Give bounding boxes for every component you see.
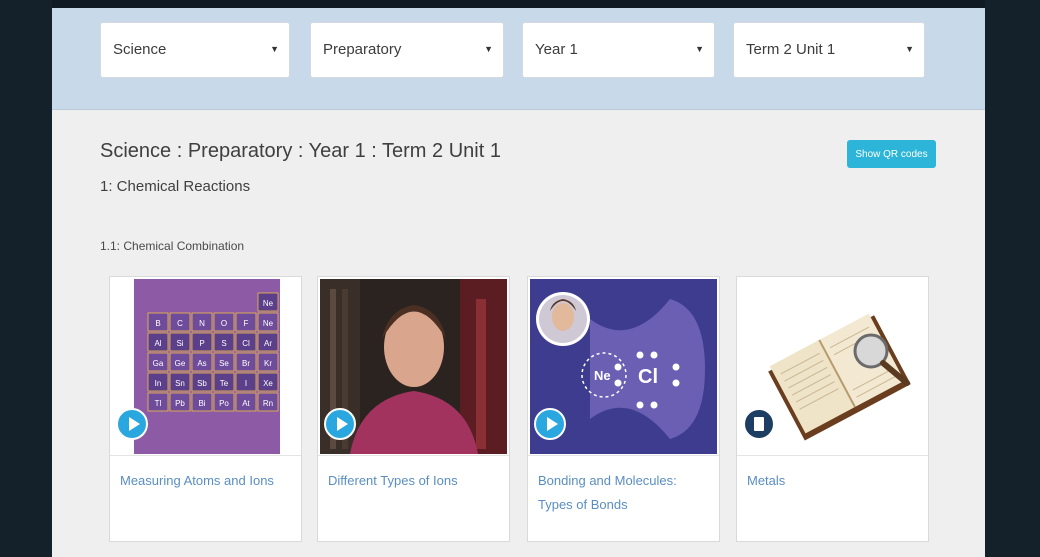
topic-subtitle: 1: Chemical Reactions <box>100 178 251 195</box>
element-symbol: Tl <box>155 399 162 408</box>
element-symbol: N <box>199 319 205 328</box>
resource-card[interactable]: Metals <box>736 276 929 542</box>
element-symbol: Ga <box>153 359 164 368</box>
show-qr-codes-button[interactable]: Show QR codes <box>847 140 936 168</box>
element-symbol: Ar <box>264 339 272 348</box>
resource-card-title[interactable]: Different Types of Ions <box>328 469 499 493</box>
element-symbol: As <box>197 359 206 368</box>
element-symbol: Te <box>220 379 229 388</box>
element-symbol: S <box>221 339 226 348</box>
ion-left-label: Ne <box>594 368 611 383</box>
element-symbol: Br <box>242 359 250 368</box>
caret-down-icon: ▼ <box>484 44 493 54</box>
document-icon[interactable] <box>743 408 775 440</box>
term-select-value: Term 2 Unit 1 <box>746 41 836 58</box>
element-symbol: F <box>244 319 249 328</box>
page-title: Science : Preparatory : Year 1 : Term 2 … <box>100 140 501 162</box>
element-symbol: C <box>177 319 183 328</box>
element-symbol: Se <box>219 359 229 368</box>
level-select[interactable]: Preparatory ▼ <box>310 22 504 78</box>
page-content: Science ▼ Preparatory ▼ Year 1 ▼ Term 2 … <box>52 0 985 557</box>
element-symbol: Cl <box>242 339 250 348</box>
element-symbol: Si <box>176 339 183 348</box>
element-symbol: P <box>199 339 204 348</box>
element-symbol: Ge <box>175 359 186 368</box>
play-icon[interactable] <box>534 408 566 440</box>
element-symbol: O <box>221 319 227 328</box>
subject-select[interactable]: Science ▼ <box>100 22 290 78</box>
element-symbol: Kr <box>264 359 272 368</box>
element-symbol: Xe <box>263 379 273 388</box>
resource-card[interactable]: Different Types of Ions <box>317 276 510 542</box>
subject-select-value: Science <box>113 41 167 58</box>
level-select-value: Preparatory <box>323 41 402 58</box>
element-symbol: I <box>245 379 247 388</box>
element-symbol: Ne <box>263 299 274 308</box>
play-icon[interactable] <box>324 408 356 440</box>
resource-card[interactable]: Ne B C N O F Ne Al Si P S Cl Ar Ga Ge As Se Br Kr In Sn Sb Te I… <box>109 276 302 542</box>
element-symbol: Pb <box>175 399 185 408</box>
element-symbol: Al <box>154 339 161 348</box>
filter-bar: Science ▼ Preparatory ▼ Year 1 ▼ Term 2 … <box>52 0 985 110</box>
element-symbol: Po <box>219 399 229 408</box>
caret-down-icon: ▼ <box>905 44 914 54</box>
ion-right-label: Cl <box>638 366 658 388</box>
resource-card[interactable]: Ne Cl Bonding and Molecules: Types of Bo… <box>527 276 720 542</box>
element-symbol: Sn <box>175 379 185 388</box>
element-symbol: Ne <box>263 319 274 328</box>
play-icon[interactable] <box>116 408 148 440</box>
element-symbol: Sb <box>197 379 207 388</box>
caret-down-icon: ▼ <box>270 44 279 54</box>
year-select[interactable]: Year 1 ▼ <box>522 22 715 78</box>
element-symbol: At <box>242 399 250 408</box>
section-title: 1.1: Chemical Combination <box>100 239 245 253</box>
element-symbol: B <box>155 319 160 328</box>
resource-card-title[interactable]: Metals <box>747 469 918 493</box>
element-symbol: Rn <box>263 399 273 408</box>
resource-card-title[interactable]: Measuring Atoms and Ions <box>120 469 291 493</box>
resource-card-title[interactable]: Bonding and Molecules: Types of Bonds <box>538 469 709 517</box>
element-symbol: In <box>155 379 162 388</box>
caret-down-icon: ▼ <box>695 44 704 54</box>
term-select[interactable]: Term 2 Unit 1 ▼ <box>733 22 925 78</box>
year-select-value: Year 1 <box>535 41 578 58</box>
element-symbol: Bi <box>198 399 205 408</box>
